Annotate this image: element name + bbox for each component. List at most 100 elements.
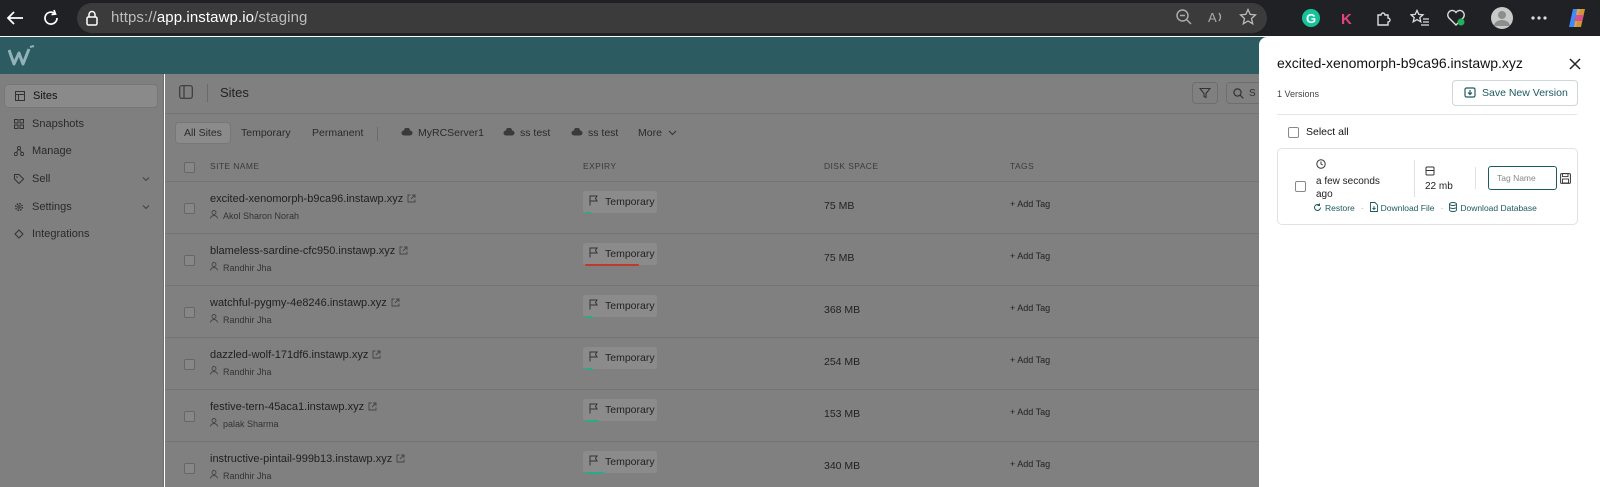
sidebar-item-integrations[interactable]: Integrations [4,222,158,246]
table-row[interactable]: excited-xenomorph-b9ca96.instawp.xyz Ako… [165,181,1265,233]
browser-essentials-icon[interactable] [1443,5,1469,31]
sidebar-item-settings[interactable]: Settings [4,195,158,219]
list-icon [15,91,25,101]
site-name-link[interactable]: instructive-pintail-999b13.instawp.xyz [210,453,405,466]
favorites-list-icon[interactable] [1407,5,1433,31]
tab-permanent[interactable]: Permanent [304,122,371,144]
filter-button[interactable] [1192,82,1218,104]
address-bar[interactable]: https://app.instawp.io/staging A [77,3,1267,33]
column-header-expiry: EXPIRY [583,161,617,171]
site-owner: Akol Sharon Norah [210,210,299,221]
read-aloud-icon[interactable]: A [1207,8,1225,31]
sidebar-item-label: Sites [33,90,58,102]
version-time: a few seconds ago [1316,159,1396,201]
flag-icon [589,403,599,417]
expiry-badge[interactable]: Temporary [583,451,657,473]
row-checkbox[interactable] [184,203,195,214]
site-name-link[interactable]: dazzled-wolf-171df6.instawp.xyz [210,349,381,362]
gear-icon [14,202,24,212]
sidebar-item-sites[interactable]: Sites [4,84,158,108]
disk-space: 368 MB [824,304,861,316]
table-row[interactable]: instructive-pintail-999b13.instawp.xyz R… [165,441,1265,487]
browser-toolbar: https://app.instawp.io/staging A G K [0,0,1600,36]
site-name-link[interactable]: watchful-pygmy-4e8246.instawp.xyz [210,297,400,310]
sidebar-item-label: Settings [32,201,72,213]
site-name-link[interactable]: blameless-sardine-cfc950.instawp.xyz [210,245,408,258]
version-checkbox[interactable] [1295,181,1306,192]
chevron-down-icon [142,173,150,185]
row-checkbox[interactable] [184,411,195,422]
expiry-badge[interactable]: Temporary [583,347,657,369]
external-link-icon [396,454,405,466]
add-tag-button[interactable]: + Add Tag [1010,251,1050,261]
site-owner: palak Sharma [210,418,279,429]
download-database-button[interactable]: Download Database [1449,202,1537,214]
cloud-icon [571,127,583,139]
tag-icon [14,174,24,184]
tab-ss-test-2[interactable]: ss test [563,122,626,144]
add-tag-button[interactable]: + Add Tag [1010,459,1050,469]
download-file-button[interactable]: Download File [1369,202,1434,214]
expiry-badge[interactable]: Temporary [583,399,657,421]
disk-space: 153 MB [824,408,861,420]
row-checkbox[interactable] [184,255,195,266]
sidebar-item-snapshots[interactable]: Snapshots [4,112,158,136]
extensions-puzzle-icon[interactable] [1371,5,1397,31]
external-link-icon [372,350,381,362]
copilot-icon[interactable] [1565,5,1591,31]
site-name-link[interactable]: excited-xenomorph-b9ca96.instawp.xyz [210,193,416,206]
reload-icon[interactable] [36,0,66,36]
row-checkbox[interactable] [184,307,195,318]
tab-all-sites[interactable]: All Sites [175,122,231,144]
expiry-progress-bar [585,472,605,474]
user-icon [210,470,218,481]
restore-button[interactable]: Restore [1313,203,1355,214]
table-row[interactable]: festive-tern-45aca1.instawp.xyz palak Sh… [165,389,1265,441]
expiry-progress-bar [585,316,593,318]
cloud-icon [503,127,515,139]
expiry-badge[interactable]: Temporary [583,243,657,265]
add-tag-button[interactable]: + Add Tag [1010,303,1050,313]
user-icon [210,418,218,429]
site-owner: Randhir Jha [210,470,272,481]
save-new-version-button[interactable]: Save New Version [1452,80,1578,106]
grammarly-icon[interactable]: G [1298,5,1324,31]
select-all-control[interactable]: Select all [1288,126,1349,138]
flag-icon [589,455,599,469]
plug-icon [14,229,24,239]
lock-icon[interactable] [85,10,99,31]
close-icon[interactable] [1566,55,1584,73]
k-extension-icon[interactable]: K [1334,5,1360,31]
more-menu-icon[interactable] [1526,5,1552,31]
site-name-link[interactable]: festive-tern-45aca1.instawp.xyz [210,401,377,414]
profile-avatar-icon[interactable] [1487,5,1517,31]
tag-name-input[interactable]: Tag Name [1488,166,1557,190]
tab-myrcserver1[interactable]: MyRCServer1 [393,122,492,144]
file-icon [1369,202,1378,214]
row-checkbox[interactable] [184,463,195,474]
sidebar-item-manage[interactable]: Manage [4,139,158,163]
favorite-star-icon[interactable] [1238,7,1258,31]
select-all-checkbox[interactable] [1288,126,1299,138]
table-row[interactable]: watchful-pygmy-4e8246.instawp.xyz Randhi… [165,285,1265,337]
instawp-logo-icon[interactable] [7,45,36,67]
expiry-badge[interactable]: Temporary [583,295,657,317]
row-checkbox[interactable] [184,359,195,370]
expiry-badge[interactable]: Temporary [583,191,657,213]
select-all-checkbox[interactable] [184,162,195,173]
sidebar-item-sell[interactable]: Sell [4,167,158,191]
site-owner: Randhir Jha [210,366,272,377]
main-topbar: Sites S [165,74,1286,114]
zoom-icon[interactable] [1175,8,1193,31]
tab-more[interactable]: More [630,122,685,144]
add-tag-button[interactable]: + Add Tag [1010,355,1050,365]
back-icon[interactable] [0,0,30,36]
save-tag-icon[interactable] [1560,171,1571,189]
add-tag-button[interactable]: + Add Tag [1010,407,1050,417]
tab-temporary[interactable]: Temporary [233,122,299,144]
add-tag-button[interactable]: + Add Tag [1010,199,1050,209]
tab-ss-test[interactable]: ss test [495,122,558,144]
table-row[interactable]: blameless-sardine-cfc950.instawp.xyz Ran… [165,233,1265,285]
table-row[interactable]: dazzled-wolf-171df6.instawp.xyz Randhir … [165,337,1265,389]
sidebar-toggle-icon[interactable] [179,85,193,104]
